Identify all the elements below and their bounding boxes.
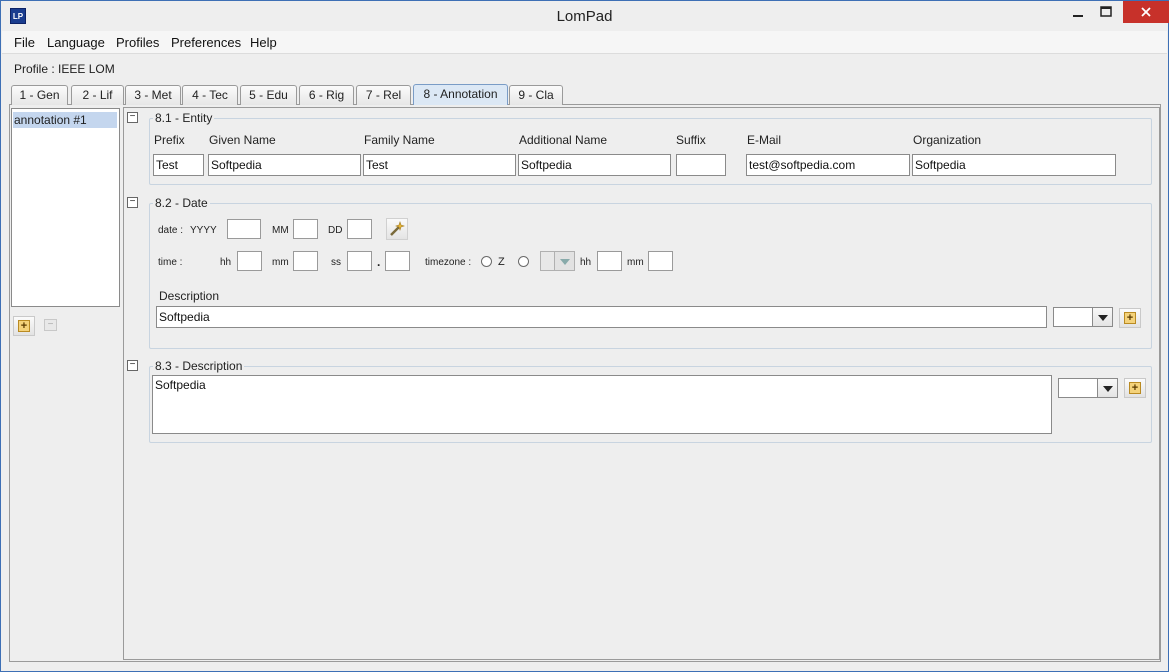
second-field[interactable] (347, 251, 372, 271)
add-date-description-button[interactable]: + (1119, 308, 1141, 328)
tab-lifecycle[interactable]: 2 - Lif (71, 85, 124, 105)
prefix-label: Prefix (154, 133, 185, 147)
minute-field[interactable] (293, 251, 318, 271)
chevron-down-icon (1097, 379, 1117, 397)
date-label: date : (158, 225, 184, 236)
add-description-button[interactable]: + (1124, 378, 1146, 398)
time-label: time : (158, 257, 183, 268)
hour-field[interactable] (237, 251, 262, 271)
add-annotation-button[interactable]: + (13, 316, 35, 336)
plus-icon: + (1124, 312, 1136, 324)
window-title: LomPad (556, 8, 613, 25)
remove-annotation-button[interactable]: − (44, 319, 57, 331)
given-name-label: Given Name (209, 133, 276, 147)
day-field[interactable] (347, 219, 372, 239)
tz-minute-label: mm (627, 257, 644, 268)
suffix-field[interactable] (676, 154, 726, 176)
chevron-down-icon (554, 252, 574, 270)
magic-wand-icon (390, 221, 405, 236)
fraction-dot: . (377, 255, 381, 269)
tab-general[interactable]: 1 - Gen (11, 85, 68, 105)
description-language-select[interactable] (1058, 378, 1118, 398)
organization-field[interactable]: Softpedia (912, 154, 1116, 176)
menu-preferences[interactable]: Preferences (171, 35, 241, 50)
tz-hour-label: hh (580, 257, 592, 268)
description-title: 8.3 - Description (153, 359, 245, 373)
timezone-z-label: Z (498, 256, 505, 268)
menu-bar: File Language Profiles Preferences Help (2, 31, 1167, 54)
tab-meta-metadata[interactable]: 3 - Met (125, 85, 181, 105)
menu-help[interactable]: Help (250, 35, 277, 50)
organization-label: Organization (913, 133, 982, 147)
minute-label: mm (272, 257, 289, 268)
second-label: ss (331, 257, 341, 268)
year-label: YYYY (190, 225, 217, 236)
plus-icon: + (1129, 382, 1141, 394)
month-field[interactable] (293, 219, 318, 239)
description-textarea[interactable]: Softpedia (152, 375, 1052, 434)
tab-educational[interactable]: 5 - Edu (240, 85, 297, 105)
date-description-language-select[interactable] (1053, 307, 1113, 327)
menu-language[interactable]: Language (47, 35, 105, 50)
entity-collapse-button[interactable]: − (127, 112, 138, 123)
family-name-label: Family Name (364, 133, 435, 147)
entity-title: 8.1 - Entity (153, 111, 215, 125)
close-icon (1141, 7, 1151, 17)
main-window: LP LomPad File Language Profiles Prefere… (0, 0, 1169, 672)
additional-name-label: Additional Name (519, 133, 608, 147)
plus-icon: + (18, 320, 30, 332)
tab-relation[interactable]: 7 - Rel (356, 85, 411, 105)
list-item[interactable]: annotation #1 (13, 112, 117, 128)
tz-minute-field[interactable] (648, 251, 673, 271)
hour-label: hh (220, 257, 232, 268)
email-field[interactable]: test@softpedia.com (746, 154, 910, 176)
month-label: MM (272, 225, 289, 236)
tab-technical[interactable]: 4 - Tec (182, 85, 238, 105)
given-name-field[interactable]: Softpedia (208, 154, 361, 176)
day-label: DD (328, 225, 343, 236)
year-field[interactable] (227, 219, 261, 239)
tab-rights[interactable]: 6 - Rig (299, 85, 354, 105)
date-description-field[interactable]: Softpedia (156, 306, 1047, 328)
date-title: 8.2 - Date (153, 196, 210, 210)
description-collapse-button[interactable]: − (127, 360, 138, 371)
menu-profiles[interactable]: Profiles (116, 35, 159, 50)
maximize-icon (1100, 6, 1112, 17)
menu-file[interactable]: File (14, 35, 35, 50)
suffix-label: Suffix (676, 133, 706, 147)
tz-hour-field[interactable] (597, 251, 622, 271)
tab-classification[interactable]: 9 - Cla (509, 85, 563, 105)
timezone-offset-radio[interactable] (518, 256, 529, 267)
email-label: E-Mail (747, 133, 782, 147)
today-button[interactable] (386, 218, 408, 240)
additional-name-field[interactable]: Softpedia (518, 154, 671, 176)
maximize-button[interactable] (1089, 1, 1123, 23)
date-description-label: Description (159, 289, 220, 303)
annotation-list[interactable]: annotation #1 (11, 108, 120, 307)
tab-annotation[interactable]: 8 - Annotation (413, 84, 508, 105)
minimize-icon (1073, 15, 1083, 17)
date-collapse-button[interactable]: − (127, 197, 138, 208)
timezone-sign-select[interactable] (540, 251, 575, 271)
family-name-field[interactable]: Test (363, 154, 516, 176)
fraction-field[interactable] (385, 251, 410, 271)
close-button[interactable] (1123, 1, 1169, 23)
profile-label: Profile : IEEE LOM (14, 62, 115, 76)
title-bar[interactable]: LP LomPad (1, 1, 1169, 31)
timezone-z-radio[interactable] (481, 256, 492, 267)
timezone-label: timezone : (425, 257, 472, 268)
chevron-down-icon (1092, 308, 1112, 326)
prefix-field[interactable]: Test (153, 154, 204, 176)
